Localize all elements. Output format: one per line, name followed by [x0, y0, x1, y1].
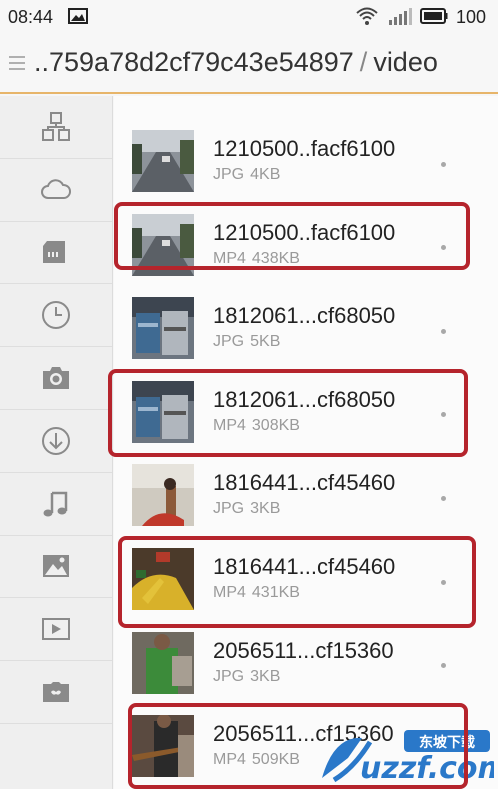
file-meta: MP4 308KB	[213, 417, 300, 435]
file-size: 4KB	[250, 166, 281, 183]
path-header: ..759a78d2cf79c43e54897/video	[0, 34, 498, 94]
sidebar-item-recent[interactable]	[0, 284, 112, 348]
camera-icon	[43, 367, 69, 390]
cloud-icon	[41, 178, 71, 199]
breadcrumb-parent[interactable]: ..759a78d2cf79c43e54897	[34, 47, 354, 77]
site-watermark: 东坡下载 uzzf.com	[322, 730, 494, 784]
more-options-icon[interactable]	[439, 160, 447, 168]
file-size: 3KB	[250, 500, 281, 518]
battery-level: 100	[456, 7, 487, 27]
file-row[interactable]: 1816441...cf45460 MP4 431KB	[114, 532, 498, 616]
game-icon	[43, 682, 69, 703]
more-options-icon[interactable]	[439, 244, 447, 252]
file-name: 1210500..facf6100	[213, 219, 396, 245]
file-row[interactable]: 2056511...cf15360 JPG 3KB	[114, 616, 498, 700]
file-name: 1812061...cf68050	[213, 303, 396, 329]
signal-icon	[389, 8, 412, 25]
file-size: 438KB	[251, 249, 300, 267]
breadcrumb-separator: /	[359, 47, 368, 77]
watermark-subtext: 东坡下载	[419, 734, 475, 751]
file-type: JPG	[213, 500, 245, 518]
category-sidebar	[0, 96, 113, 789]
sidebar-item-games[interactable]	[0, 661, 112, 724]
file-list: 1210500..facf6100 JPG 4KB 1210500..facf6100…	[114, 96, 498, 789]
status-time: 08:44	[8, 7, 54, 27]
file-size: 431KB	[251, 584, 300, 601]
file-size: 509KB	[251, 751, 300, 769]
file-type: JPG	[213, 166, 245, 183]
gallery-notification-icon	[68, 8, 88, 24]
file-meta: JPG 3KB	[213, 668, 280, 686]
file-thumbnail	[132, 213, 194, 276]
file-type: MP4	[213, 249, 246, 267]
file-thumbnail	[132, 548, 194, 610]
file-name: 2056511...cf15360	[213, 637, 394, 663]
file-thumbnail	[132, 631, 194, 694]
file-row[interactable]: 1816441...cf45460 JPG 3KB	[114, 448, 498, 532]
video-icon	[42, 618, 70, 641]
file-meta: JPG 4KB	[213, 166, 280, 184]
file-size: 5KB	[250, 333, 281, 351]
file-meta: MP4 509KB	[213, 751, 300, 769]
file-meta: MP4 438KB	[213, 250, 300, 268]
file-thumbnail	[132, 464, 194, 527]
file-meta: JPG 3KB	[213, 500, 280, 518]
file-row[interactable]: 1210500..facf6100 JPG 4KB	[114, 114, 498, 198]
more-options-icon[interactable]	[439, 411, 447, 419]
file-type: MP4	[213, 584, 246, 601]
download-icon	[42, 426, 70, 455]
breadcrumb-current: video	[373, 47, 438, 77]
music-icon	[43, 491, 68, 517]
sidebar-item-images[interactable]	[0, 536, 112, 599]
file-thumbnail	[132, 130, 194, 192]
sidebar-item-camera[interactable]	[0, 347, 112, 410]
file-size: 3KB	[250, 667, 281, 685]
image-icon	[43, 555, 69, 578]
sd-card-icon	[43, 241, 65, 264]
file-name: 1210500..facf6100	[213, 136, 396, 161]
watermark-text: uzzf.com	[360, 751, 494, 784]
sidebar-item-cloud[interactable]	[0, 159, 112, 222]
menu-icon[interactable]	[9, 56, 25, 72]
sidebar-item-music[interactable]	[0, 473, 112, 536]
file-meta: MP4 431KB	[213, 584, 300, 602]
more-options-icon[interactable]	[439, 578, 447, 586]
file-row[interactable]: 1210500..facf6100 MP4 438KB	[114, 198, 498, 282]
file-name: 1816441...cf45460	[213, 554, 396, 579]
file-thumbnail	[132, 297, 194, 360]
file-name: 1812061...cf68050	[213, 386, 396, 412]
file-thumbnail	[132, 715, 194, 778]
battery-icon	[420, 8, 448, 24]
status-bar: 08:44 100	[0, 0, 498, 34]
file-type: MP4	[213, 751, 246, 769]
file-size: 308KB	[251, 416, 300, 434]
file-type: JPG	[213, 333, 245, 351]
sidebar-item-download[interactable]	[0, 410, 112, 473]
more-options-icon[interactable]	[439, 662, 447, 670]
file-thumbnail	[132, 380, 194, 443]
file-type: JPG	[213, 667, 245, 685]
sidebar-item-categories[interactable]	[0, 96, 112, 159]
file-name: 1816441...cf45460	[213, 470, 396, 496]
file-meta: JPG 5KB	[213, 333, 280, 351]
categories-icon	[42, 111, 70, 141]
sidebar-item-videos[interactable]	[0, 598, 112, 662]
file-type: MP4	[213, 416, 246, 434]
more-options-icon[interactable]	[439, 494, 447, 502]
sidebar-item-sd-card[interactable]	[0, 222, 112, 285]
more-options-icon[interactable]	[439, 327, 447, 335]
breadcrumb: ..759a78d2cf79c43e54897/video	[34, 47, 438, 78]
file-row[interactable]: 1812061...cf68050 JPG 5KB	[114, 281, 498, 365]
wifi-icon	[356, 7, 378, 25]
file-row[interactable]: 1812061...cf68050 MP4 308KB	[114, 365, 498, 449]
recent-icon	[42, 301, 70, 330]
